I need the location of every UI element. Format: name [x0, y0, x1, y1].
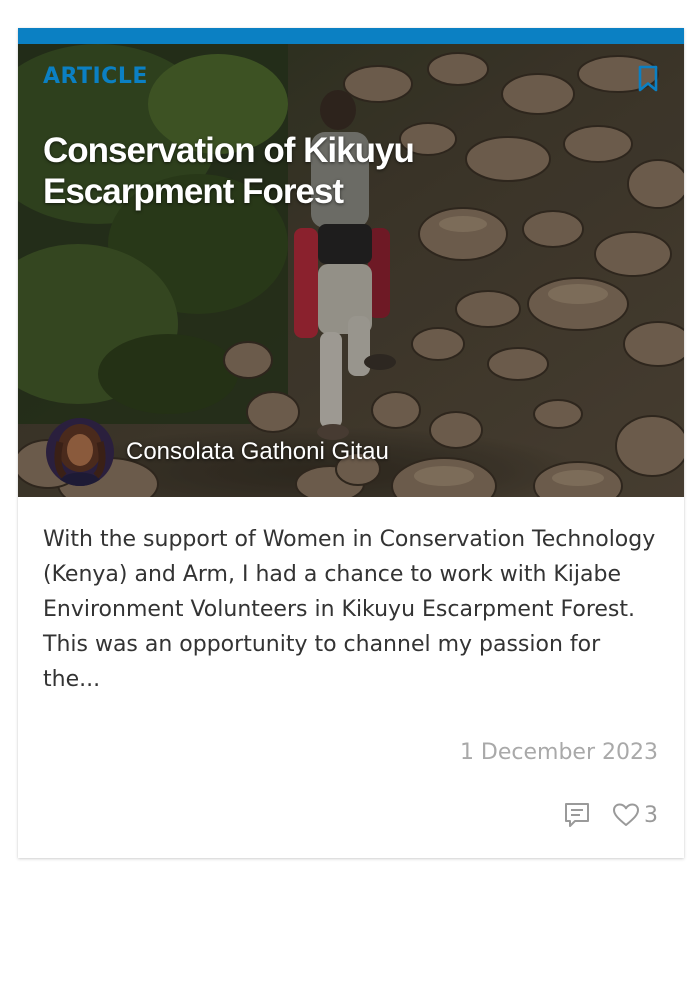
like-button[interactable]: 3 — [612, 802, 658, 828]
author-name[interactable]: Consolata Gathoni Gitau — [126, 438, 389, 466]
content-type-label: ARTICLE — [43, 64, 148, 89]
like-count: 3 — [644, 802, 658, 828]
author-block[interactable]: Consolata Gathoni Gitau — [46, 417, 389, 487]
comment-icon — [565, 803, 589, 827]
article-title[interactable]: Conservation of Kikuyu Escarpment Forest — [43, 130, 513, 212]
article-card[interactable]: ARTICLE Conservation of Kikuyu Escarpmen… — [18, 28, 684, 858]
article-excerpt: With the support of Women in Conservatio… — [43, 527, 656, 692]
publish-date: 1 December 2023 — [459, 740, 658, 765]
card-actions: 3 — [562, 798, 658, 832]
avatar-image — [46, 418, 114, 486]
avatar[interactable] — [46, 418, 114, 486]
card-accent-bar — [18, 28, 684, 44]
hero-image[interactable]: ARTICLE Conservation of Kikuyu Escarpmen… — [18, 44, 684, 497]
comment-button[interactable] — [562, 800, 592, 830]
heart-icon — [613, 803, 639, 826]
bookmark-icon — [638, 65, 658, 92]
bookmark-button[interactable] — [637, 65, 659, 93]
